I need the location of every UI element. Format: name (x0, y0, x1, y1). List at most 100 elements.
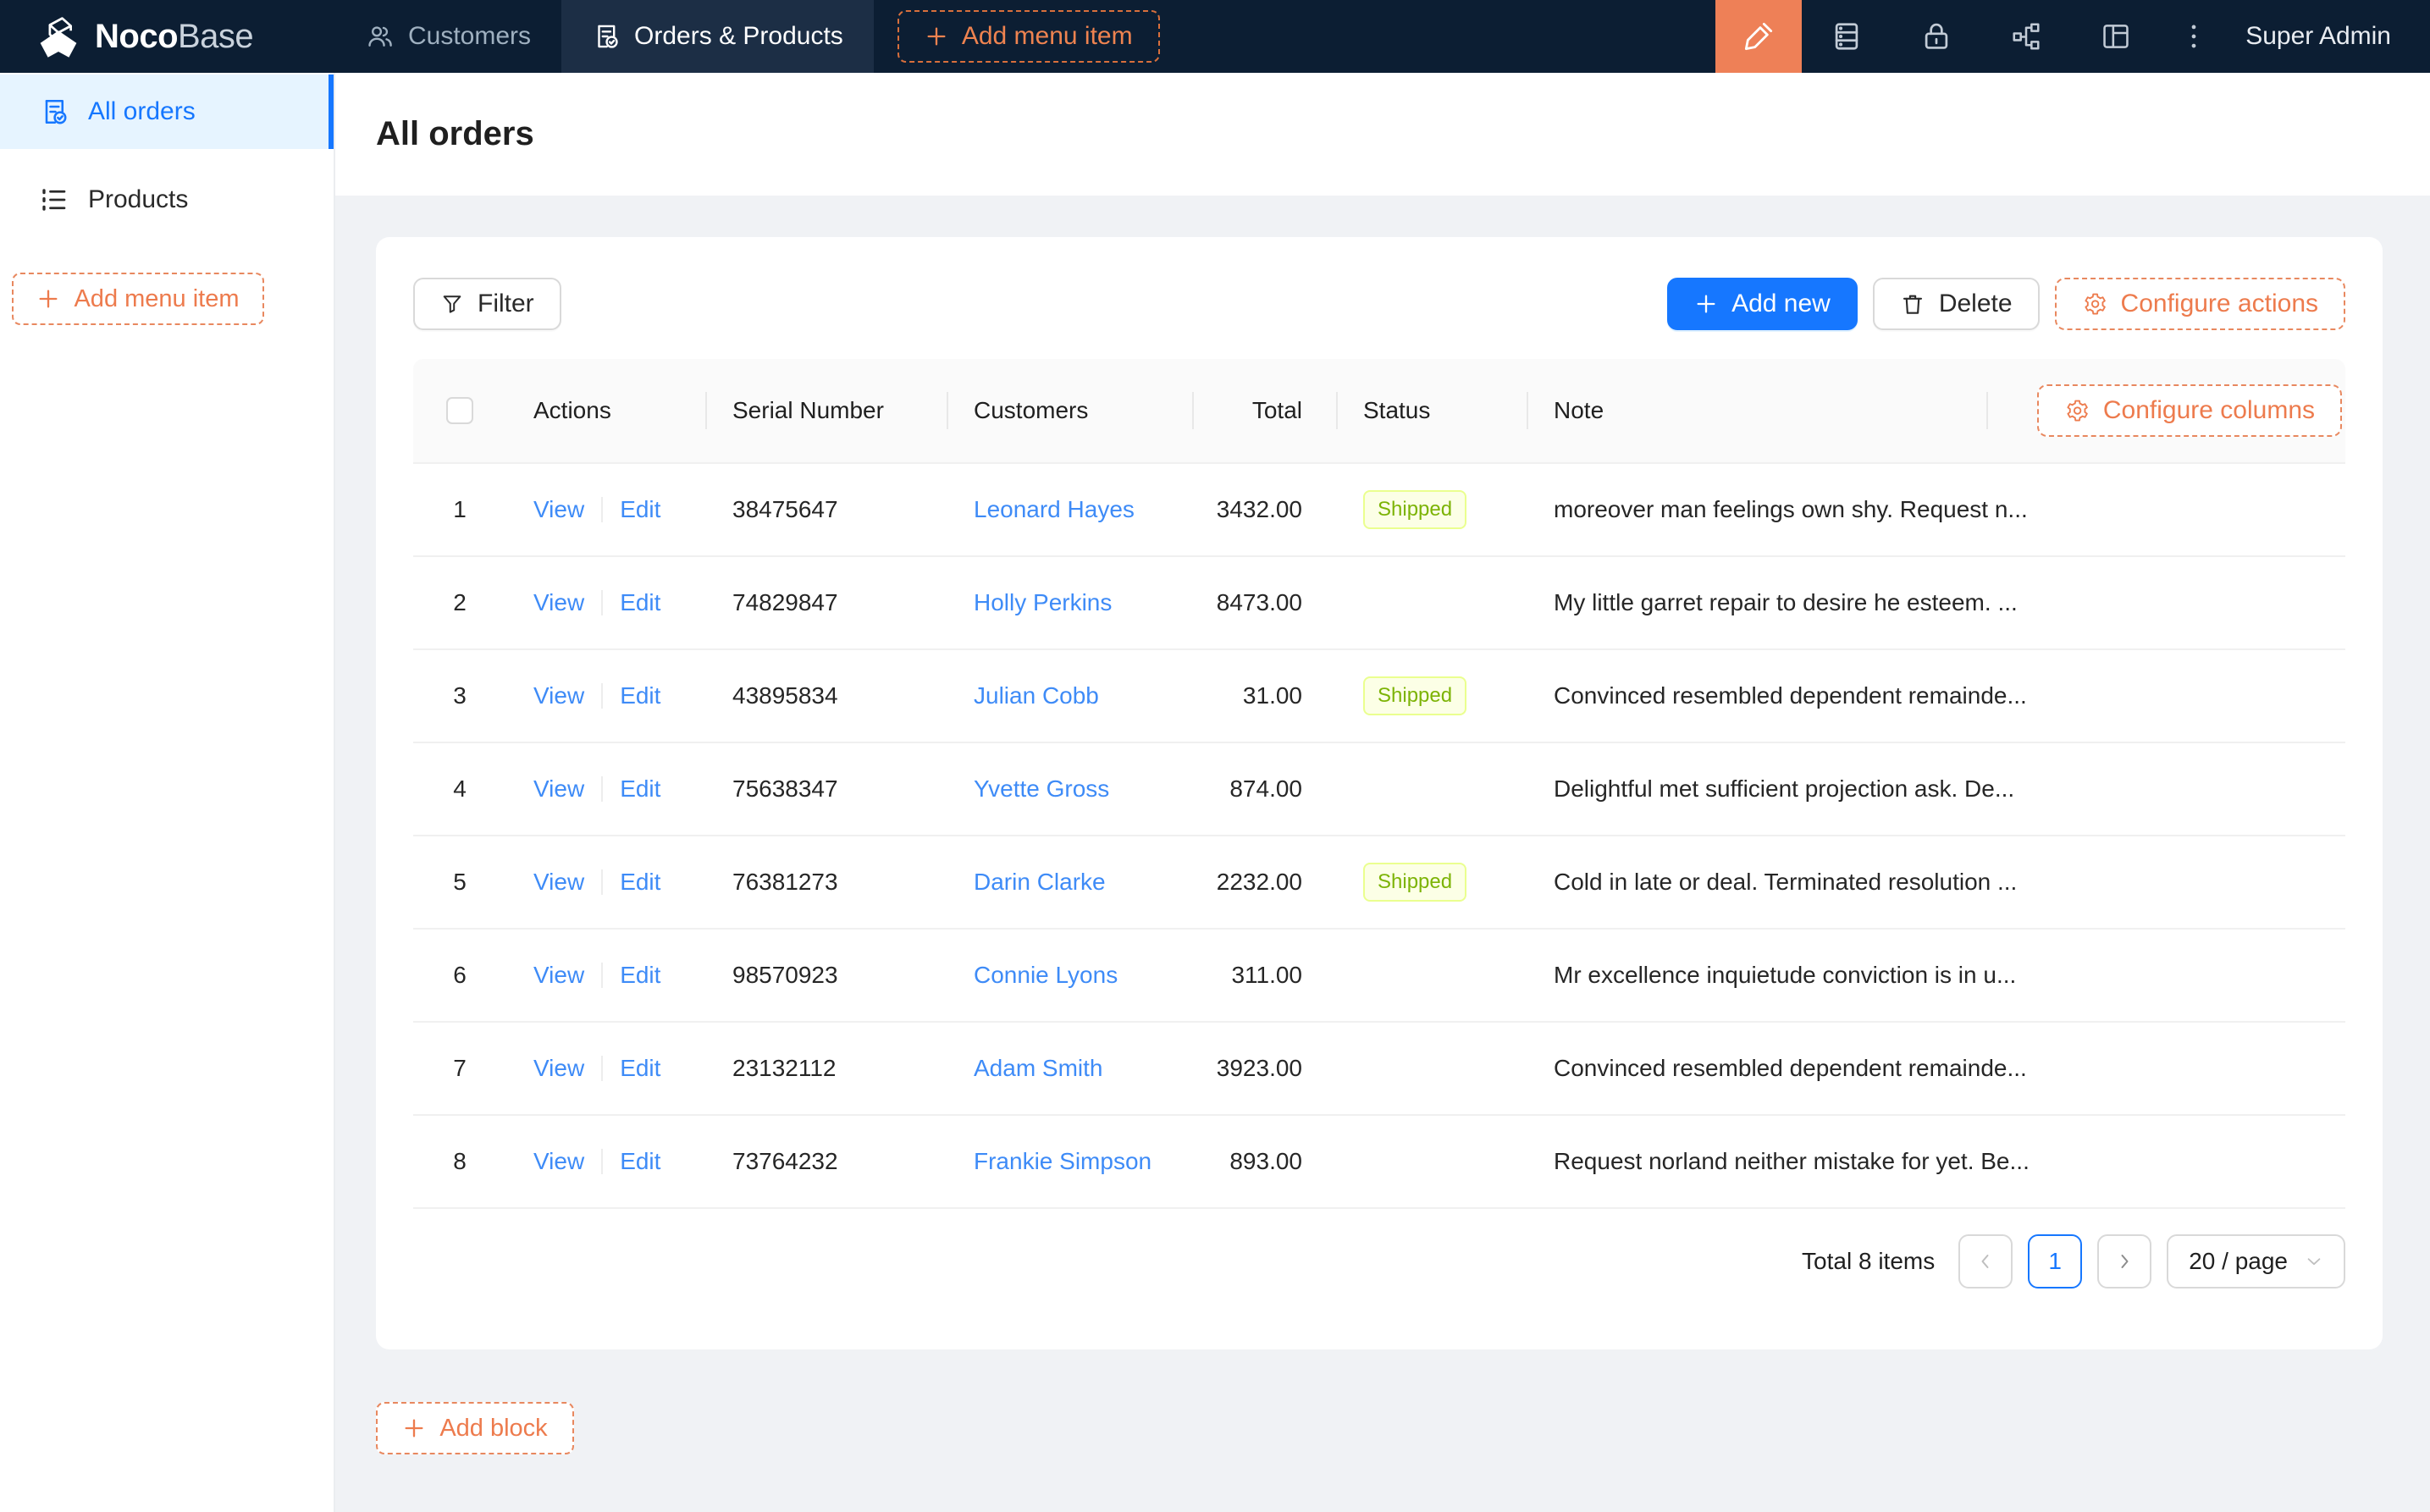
row-actions: View Edit (506, 496, 705, 523)
pagination-prev-button[interactable] (1958, 1234, 2013, 1289)
row-index: 1 (413, 496, 506, 523)
view-link[interactable]: View (533, 775, 584, 803)
more-button[interactable] (2161, 0, 2227, 73)
configure-columns-button[interactable]: Configure columns (2037, 384, 2342, 437)
note-cell: Request norland neither mistake for yet.… (1527, 1148, 2345, 1175)
edit-link[interactable]: Edit (620, 869, 660, 896)
edit-link[interactable]: Edit (620, 682, 660, 709)
note-cell: Convinced resembled dependent remainde..… (1527, 682, 2345, 709)
sidebar-item-label: All orders (88, 97, 196, 126)
status-cell: Shipped (1336, 490, 1527, 529)
view-link[interactable]: View (533, 1148, 584, 1175)
status-cell: Shipped (1336, 676, 1527, 715)
customer-cell: Connie Lyons (947, 962, 1192, 989)
customer-link[interactable]: Adam Smith (974, 1055, 1103, 1082)
total-cell: 893.00 (1192, 1148, 1336, 1175)
gear-icon (2082, 291, 2107, 317)
edit-link[interactable]: Edit (620, 775, 660, 803)
view-link[interactable]: View (533, 869, 584, 896)
add-new-button[interactable]: Add new (1667, 278, 1858, 330)
plus-icon (36, 287, 60, 311)
ui-editor-button[interactable] (1715, 0, 1802, 73)
filter-button[interactable]: Filter (413, 278, 561, 330)
row-actions: View Edit (506, 682, 705, 709)
action-divider (601, 869, 603, 895)
view-link[interactable]: View (533, 589, 584, 616)
edit-link[interactable]: Edit (620, 1148, 660, 1175)
column-header-status: Status (1336, 359, 1527, 462)
customer-link[interactable]: Yvette Gross (974, 775, 1109, 803)
customer-link[interactable]: Connie Lyons (974, 962, 1118, 989)
plus-icon (402, 1416, 426, 1440)
user-menu[interactable]: Super Admin (2227, 22, 2430, 51)
collections-icon (1831, 20, 1863, 52)
action-divider (601, 963, 603, 988)
page-size-select[interactable]: 20 / page (2167, 1234, 2345, 1289)
edit-link[interactable]: Edit (620, 589, 660, 616)
action-divider (601, 590, 603, 615)
sidebar-item-all-orders[interactable]: All orders (0, 74, 334, 149)
column-header-customers: Customers (947, 359, 1192, 462)
row-index: 7 (413, 1055, 506, 1082)
note-cell: Mr excellence inquietude conviction is i… (1527, 962, 2345, 989)
edit-link[interactable]: Edit (620, 1055, 660, 1082)
filter-icon (440, 292, 464, 316)
serial-number-cell: 76381273 (705, 869, 947, 896)
workflow-button[interactable] (1981, 0, 2071, 73)
view-link[interactable]: View (533, 962, 584, 989)
serial-number-cell: 98570923 (705, 962, 947, 989)
column-header-serial-number: Serial Number (705, 359, 947, 462)
column-header-total: Total (1192, 359, 1336, 462)
configure-columns-label: Configure columns (2103, 396, 2315, 425)
collections-button[interactable] (1802, 0, 1892, 73)
edit-link[interactable]: Edit (620, 496, 660, 523)
customer-link[interactable]: Holly Perkins (974, 589, 1112, 616)
pagination-next-button[interactable] (2097, 1234, 2151, 1289)
row-actions: View Edit (506, 775, 705, 803)
sidebar-add-menu-item-button[interactable]: Add menu item (12, 273, 264, 325)
pagination: Total 8 items 1 20 / page (413, 1234, 2345, 1289)
customer-link[interactable]: Darin Clarke (974, 869, 1106, 896)
ui-editor-icon (1742, 19, 1776, 53)
logo[interactable]: NocoBase (0, 0, 335, 73)
sidebar-item-products[interactable]: Products (0, 163, 334, 237)
table-row: 6 View Edit 98570923 Connie Lyons 311.00… (413, 930, 2345, 1023)
row-actions: View Edit (506, 1148, 705, 1175)
customer-link[interactable]: Leonard Hayes (974, 496, 1135, 523)
nav-tab-customers[interactable]: Customers (335, 0, 561, 73)
table-toolbar: Filter Add new Delete Conf (413, 278, 2345, 330)
serial-number-cell: 75638347 (705, 775, 947, 803)
workflow-icon (2010, 20, 2042, 52)
trash-icon (1900, 291, 1925, 317)
plus-icon (925, 25, 948, 48)
view-link[interactable]: View (533, 1055, 584, 1082)
permissions-button[interactable] (1892, 0, 1981, 73)
delete-button[interactable]: Delete (1873, 278, 2040, 330)
note-text: Delightful met sufficient projection ask… (1554, 775, 2014, 803)
configure-actions-button[interactable]: Configure actions (2055, 278, 2345, 330)
view-link[interactable]: View (533, 496, 584, 523)
edit-link[interactable]: Edit (620, 962, 660, 989)
note-cell: My little garret repair to desire he est… (1527, 589, 2345, 616)
customer-link[interactable]: Frankie Simpson (974, 1148, 1151, 1175)
note-text: Mr excellence inquietude conviction is i… (1554, 962, 2016, 989)
view-link[interactable]: View (533, 682, 584, 709)
nav-tab-orders-products[interactable]: Orders & Products (561, 0, 874, 73)
orders-table-block: Filter Add new Delete Conf (376, 237, 2383, 1349)
header-add-menu-item-label: Add menu item (962, 22, 1133, 51)
note-text: Cold in late or deal. Terminated resolut… (1554, 869, 2017, 896)
select-all-checkbox[interactable] (446, 397, 473, 424)
column-header-actions: Actions (506, 359, 705, 462)
delete-label: Delete (1939, 290, 2013, 318)
add-block-button[interactable]: Add block (376, 1402, 574, 1454)
nav-tab-label: Customers (408, 22, 531, 51)
customer-link[interactable]: Julian Cobb (974, 682, 1099, 709)
pagination-page-1[interactable]: 1 (2028, 1234, 2082, 1289)
table-row: 2 View Edit 74829847 Holly Perkins 8473.… (413, 557, 2345, 650)
orders-icon (592, 22, 621, 51)
customer-cell: Holly Perkins (947, 589, 1192, 616)
action-divider (601, 776, 603, 802)
table-row: 1 View Edit 38475647 Leonard Hayes 3432.… (413, 464, 2345, 557)
header-add-menu-item-button[interactable]: Add menu item (897, 10, 1160, 63)
plugin-settings-button[interactable] (2071, 0, 2161, 73)
